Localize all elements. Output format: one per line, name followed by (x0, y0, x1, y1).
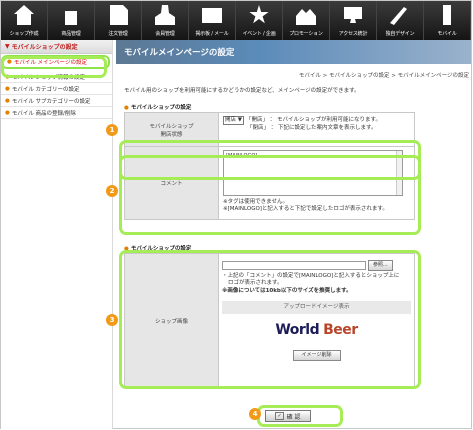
sidebar-item-label: モバイル カテゴリーの設定 (11, 86, 80, 93)
sidebar-item-label: モバイル 商品の登録/削除 (11, 110, 76, 117)
page-title-text: モバイルメインページの設定 (124, 48, 235, 58)
nav-shop-create[interactable]: ショップ作成 (1, 1, 48, 40)
phone-icon (443, 5, 451, 25)
brush-icon (390, 7, 407, 25)
nav-mobile[interactable]: モバイル (424, 1, 471, 40)
sidebar-item-category[interactable]: ● モバイル カテゴリーの設定 (1, 83, 112, 95)
highlight-confirm (257, 405, 343, 427)
sidebar-item-products[interactable]: ● モバイル 商品の登録/削除 (1, 107, 112, 119)
callout-3: 3 (106, 314, 118, 326)
nav-label: 掲示板 / メール (195, 31, 229, 37)
nav-label: ショップ作成 (9, 31, 39, 37)
callout-4: 4 (249, 408, 261, 420)
status-select[interactable]: 開店 ▼ (223, 116, 244, 126)
nav-orders[interactable]: 注文管理 (95, 1, 142, 40)
breadcrumb: モバイル > モバイルショップの設定 > モバイルメインページの設定 (298, 73, 469, 79)
nav-access-stats[interactable]: アクセス統計 (330, 1, 377, 40)
nav-label: 独自デザイン (385, 31, 415, 37)
star-icon (249, 5, 269, 24)
nav-label: プロモーション (289, 31, 323, 37)
nav-label: イベント / 企画 (242, 31, 276, 37)
nav-label: 商品管理 (61, 31, 81, 37)
nav-board-mail[interactable]: 掲示板 / メール (189, 1, 236, 40)
status-desc-open: 「開店」 ： モバイルショップが利用可能になります。 (246, 117, 381, 123)
nav-promotion[interactable]: プロモーション (283, 1, 330, 40)
nav-label: モバイル (437, 31, 457, 37)
nav-products[interactable]: 商品管理 (48, 1, 95, 40)
bullet-icon: ● (5, 109, 10, 116)
nav-events[interactable]: イベント / 企画 (236, 1, 283, 40)
nav-label: アクセス統計 (338, 31, 368, 37)
pc-icon (344, 7, 362, 23)
nav-design[interactable]: 独自デザイン (377, 1, 424, 40)
nav-members[interactable]: 会員管理 (142, 1, 189, 40)
status-desc-closed: 「閉店」 ： 下記に設定した案内文章を表示します。 (247, 125, 377, 132)
user-icon (155, 5, 175, 25)
top-navigation: ショップ作成 商品管理 注文管理 会員管理 掲示板 / メール イベント / 企… (1, 1, 471, 40)
callout-2: 2 (106, 185, 118, 197)
box-icon (65, 11, 77, 25)
highlight-comment (119, 155, 421, 235)
bullet-icon: ● (5, 97, 10, 104)
highlight-sidebar (1, 56, 107, 78)
section-heading: ● モバイルショップの設定 (124, 105, 192, 111)
house-icon (14, 5, 34, 25)
status-select-value: 開店 (225, 117, 237, 123)
board-icon (202, 8, 222, 23)
callout-1: 1 (106, 124, 118, 136)
section-heading-text: モバイルショップの設定 (130, 105, 192, 111)
people-icon (296, 9, 316, 25)
highlight-image (119, 250, 421, 389)
sidebar-title-text: モバイルショップの設定 (11, 44, 78, 51)
sidebar-item-subcategory[interactable]: ● モバイル サブカテゴリーの設定 (1, 95, 112, 107)
intro-text: モバイル用のショップを利用可能にするかどうかの設定など、メインページの設定ができ… (124, 88, 360, 94)
sidebar: ▼ モバイルショップの設定 ● モバイル メインページの設定 ● モバイル ショップ情… (1, 40, 113, 429)
page-title: モバイルメインページの設定 (116, 40, 471, 64)
nav-label: 注文管理 (108, 31, 128, 37)
nav-label: 会員管理 (155, 31, 175, 37)
sidebar-item-label: モバイル サブカテゴリーの設定 (11, 98, 91, 105)
doc-icon (110, 5, 128, 25)
bullet-icon: ● (5, 85, 10, 92)
sidebar-title: ▼ モバイルショップの設定 (1, 40, 112, 54)
